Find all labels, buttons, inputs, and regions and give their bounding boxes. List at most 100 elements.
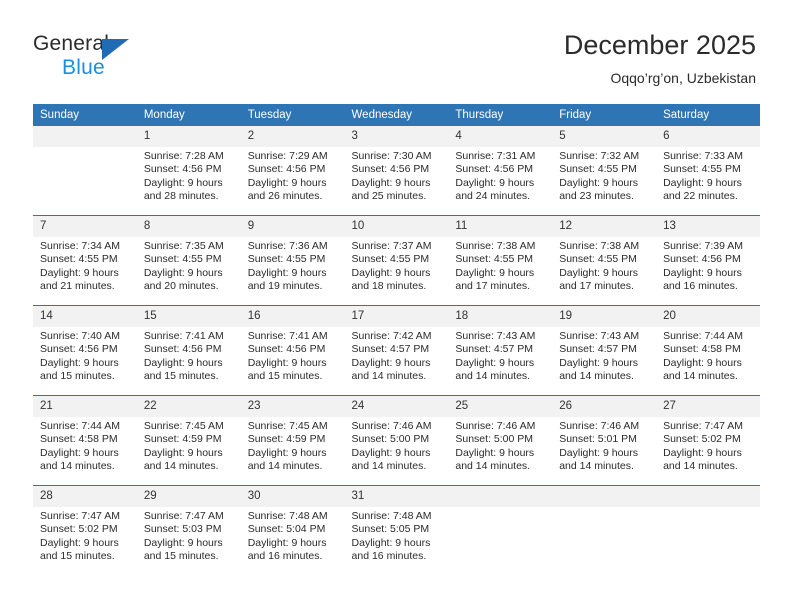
daylight-text-line1: Daylight: 9 hours (247, 176, 327, 189)
day-number: 14 (33, 306, 137, 327)
day-sun-info: Sunrise: 7:33 AM Sunset: 4:55 PM Daylight:… (656, 147, 760, 204)
calendar-day-cell[interactable]: 16 Sunrise: 7:41 AM Sunset: 4:56 PM Dayligh… (240, 305, 345, 396)
daylight-text-line2: and 14 minutes. (455, 370, 531, 383)
daylight-text-line2: and 14 minutes. (143, 460, 219, 473)
calendar-day-cell[interactable]: 13 Sunrise: 7:39 AM Sunset: 4:56 PM Dayligh… (656, 215, 760, 306)
sunset-text: Sunset: 5:02 PM (40, 523, 118, 536)
sunrise-text: Sunrise: 7:31 AM (455, 150, 536, 162)
calendar-week-row: 14 Sunrise: 7:40 AM Sunset: 4:56 PM Dayligh… (33, 305, 760, 396)
sunset-text: Sunset: 4:56 PM (143, 343, 222, 356)
daylight-text-line2: and 14 minutes. (559, 460, 634, 473)
day-number: 2 (240, 126, 345, 147)
sunrise-text: Sunrise: 7:28 AM (143, 150, 224, 162)
sunset-text: Sunset: 4:55 PM (247, 253, 326, 266)
calendar-day-cell[interactable]: 14 Sunrise: 7:40 AM Sunset: 4:56 PM Dayligh… (33, 305, 137, 396)
sunset-text: Sunset: 4:56 PM (663, 253, 741, 266)
daylight-text-line1: Daylight: 9 hours (143, 266, 223, 279)
daylight-text-line2: and 28 minutes. (143, 190, 219, 203)
daylight-text-line2: and 19 minutes. (247, 280, 323, 293)
calendar-day-cell[interactable]: 27 Sunrise: 7:47 AM Sunset: 5:02 PM Dayligh… (656, 395, 760, 486)
calendar-day-cell[interactable]: 20 Sunrise: 7:44 AM Sunset: 4:58 PM Dayligh… (656, 305, 760, 396)
calendar-day-cell[interactable]: 17 Sunrise: 7:42 AM Sunset: 4:57 PM Dayligh… (344, 305, 449, 396)
calendar-day-cell[interactable]: 26 Sunrise: 7:46 AM Sunset: 5:01 PM Dayligh… (552, 395, 657, 486)
daylight-text-line2: and 14 minutes. (247, 460, 323, 473)
day-sun-info: Sunrise: 7:43 AM Sunset: 4:57 PM Daylight:… (448, 327, 552, 384)
calendar-day-cell[interactable]: 19 Sunrise: 7:43 AM Sunset: 4:57 PM Dayligh… (552, 305, 657, 396)
calendar-week-row: 28 Sunrise: 7:47 AM Sunset: 5:02 PM Dayligh… (33, 485, 760, 575)
day-sun-info: Sunrise: 7:47 AM Sunset: 5:03 PM Daylight:… (137, 507, 241, 564)
calendar-day-cell[interactable]: 9 Sunrise: 7:36 AM Sunset: 4:55 PM Daylight… (240, 215, 345, 306)
sunset-text: Sunset: 4:59 PM (143, 433, 222, 446)
general-blue-logo[interactable]: General Blue (33, 32, 263, 84)
calendar-day-cell[interactable]: 30 Sunrise: 7:48 AM Sunset: 5:04 PM Dayligh… (240, 485, 345, 575)
calendar-week-row: 7 Sunrise: 7:34 AM Sunset: 4:55 PM Daylight… (33, 215, 760, 306)
calendar-day-cell[interactable]: 22 Sunrise: 7:45 AM Sunset: 4:59 PM Dayligh… (136, 395, 241, 486)
sunrise-text: Sunrise: 7:48 AM (351, 510, 432, 522)
calendar-day-cell[interactable]: 5 Sunrise: 7:32 AM Sunset: 4:55 PM Daylight… (552, 126, 657, 216)
day-number: 16 (240, 306, 345, 327)
calendar-day-cell[interactable]: 12 Sunrise: 7:38 AM Sunset: 4:55 PM Dayligh… (552, 215, 657, 306)
sunrise-text: Sunrise: 7:41 AM (143, 330, 224, 342)
calendar-day-cell-empty (552, 485, 657, 575)
sunrise-text: Sunrise: 7:43 AM (455, 330, 536, 342)
day-number: 8 (136, 216, 241, 237)
daylight-text-line1: Daylight: 9 hours (143, 176, 223, 189)
calendar-day-cell[interactable]: 1 Sunrise: 7:28 AM Sunset: 4:56 PM Daylight… (136, 126, 241, 216)
day-sun-info: Sunrise: 7:43 AM Sunset: 4:57 PM Daylight:… (552, 327, 656, 384)
day-number: 3 (344, 126, 449, 147)
sunrise-text: Sunrise: 7:47 AM (663, 420, 744, 432)
day-sun-info: Sunrise: 7:38 AM Sunset: 4:55 PM Daylight:… (448, 237, 552, 294)
calendar-day-cell[interactable]: 7 Sunrise: 7:34 AM Sunset: 4:55 PM Daylight… (33, 215, 137, 306)
sunset-text: Sunset: 5:01 PM (559, 433, 637, 446)
calendar-day-cell[interactable]: 2 Sunrise: 7:29 AM Sunset: 4:56 PM Daylight… (240, 126, 345, 216)
calendar-day-cell[interactable]: 29 Sunrise: 7:47 AM Sunset: 5:03 PM Dayligh… (136, 485, 241, 575)
calendar-day-cell[interactable]: 15 Sunrise: 7:41 AM Sunset: 4:56 PM Dayligh… (136, 305, 241, 396)
calendar-day-cell[interactable]: 18 Sunrise: 7:43 AM Sunset: 4:57 PM Dayligh… (448, 305, 553, 396)
day-number: 26 (552, 396, 657, 417)
day-number: 5 (552, 126, 657, 147)
daylight-text-line2: and 14 minutes. (351, 370, 427, 383)
daylight-text-line2: and 17 minutes. (455, 280, 531, 293)
daylight-text-line1: Daylight: 9 hours (40, 446, 119, 459)
calendar-day-cell[interactable]: 3 Sunrise: 7:30 AM Sunset: 4:56 PM Daylight… (344, 126, 449, 216)
calendar-day-cell[interactable]: 25 Sunrise: 7:46 AM Sunset: 5:00 PM Dayligh… (448, 395, 553, 486)
day-number: 24 (344, 396, 449, 417)
sunrise-text: Sunrise: 7:34 AM (40, 240, 120, 252)
daylight-text-line1: Daylight: 9 hours (247, 356, 327, 369)
daylight-text-line2: and 14 minutes. (40, 460, 115, 473)
sunset-text: Sunset: 5:03 PM (143, 523, 222, 536)
calendar-week-row: 21 Sunrise: 7:44 AM Sunset: 4:58 PM Dayligh… (33, 395, 760, 486)
sunrise-text: Sunrise: 7:32 AM (559, 150, 640, 162)
calendar-day-cell[interactable]: 21 Sunrise: 7:44 AM Sunset: 4:58 PM Dayligh… (33, 395, 137, 486)
day-sun-info: Sunrise: 7:34 AM Sunset: 4:55 PM Daylight:… (33, 237, 137, 294)
day-number: 29 (136, 486, 241, 507)
logo-text-general: General (33, 32, 110, 55)
calendar-day-cell[interactable]: 31 Sunrise: 7:48 AM Sunset: 5:05 PM Dayligh… (344, 485, 449, 575)
daylight-text-line2: and 15 minutes. (247, 370, 323, 383)
day-sun-info: Sunrise: 7:48 AM Sunset: 5:05 PM Daylight:… (345, 507, 449, 564)
calendar-day-cell[interactable]: 23 Sunrise: 7:45 AM Sunset: 4:59 PM Dayligh… (240, 395, 345, 486)
daylight-text-line2: and 15 minutes. (143, 550, 219, 563)
calendar-day-cell[interactable]: 6 Sunrise: 7:33 AM Sunset: 4:55 PM Daylight… (656, 126, 760, 216)
daylight-text-line1: Daylight: 9 hours (247, 446, 327, 459)
day-number (552, 486, 657, 507)
calendar-day-cell[interactable]: 11 Sunrise: 7:38 AM Sunset: 4:55 PM Dayligh… (448, 215, 553, 306)
day-sun-info: Sunrise: 7:40 AM Sunset: 4:56 PM Daylight:… (33, 327, 137, 384)
daylight-text-line2: and 18 minutes. (351, 280, 427, 293)
calendar-day-cell-empty (448, 485, 553, 575)
daylight-text-line2: and 15 minutes. (143, 370, 219, 383)
calendar-day-cell[interactable]: 8 Sunrise: 7:35 AM Sunset: 4:55 PM Daylight… (136, 215, 241, 306)
calendar-day-cell[interactable]: 4 Sunrise: 7:31 AM Sunset: 4:56 PM Daylight… (448, 126, 553, 216)
calendar-day-cell[interactable]: 10 Sunrise: 7:37 AM Sunset: 4:55 PM Dayligh… (344, 215, 449, 306)
weekday-header-row: Sunday Monday Tuesday Wednesday Thursday… (33, 104, 760, 126)
sunset-text: Sunset: 4:56 PM (247, 343, 326, 356)
calendar-day-cell[interactable]: 28 Sunrise: 7:47 AM Sunset: 5:02 PM Dayligh… (33, 485, 137, 575)
calendar-day-cell[interactable]: 24 Sunrise: 7:46 AM Sunset: 5:00 PM Dayligh… (344, 395, 449, 486)
sunset-text: Sunset: 4:56 PM (143, 163, 222, 176)
daylight-text-line1: Daylight: 9 hours (143, 446, 223, 459)
sunrise-text: Sunrise: 7:45 AM (247, 420, 328, 432)
day-number (33, 126, 137, 147)
sunset-text: Sunset: 4:55 PM (455, 253, 534, 266)
daylight-text-line2: and 15 minutes. (40, 550, 115, 563)
daylight-text-line1: Daylight: 9 hours (663, 266, 742, 279)
